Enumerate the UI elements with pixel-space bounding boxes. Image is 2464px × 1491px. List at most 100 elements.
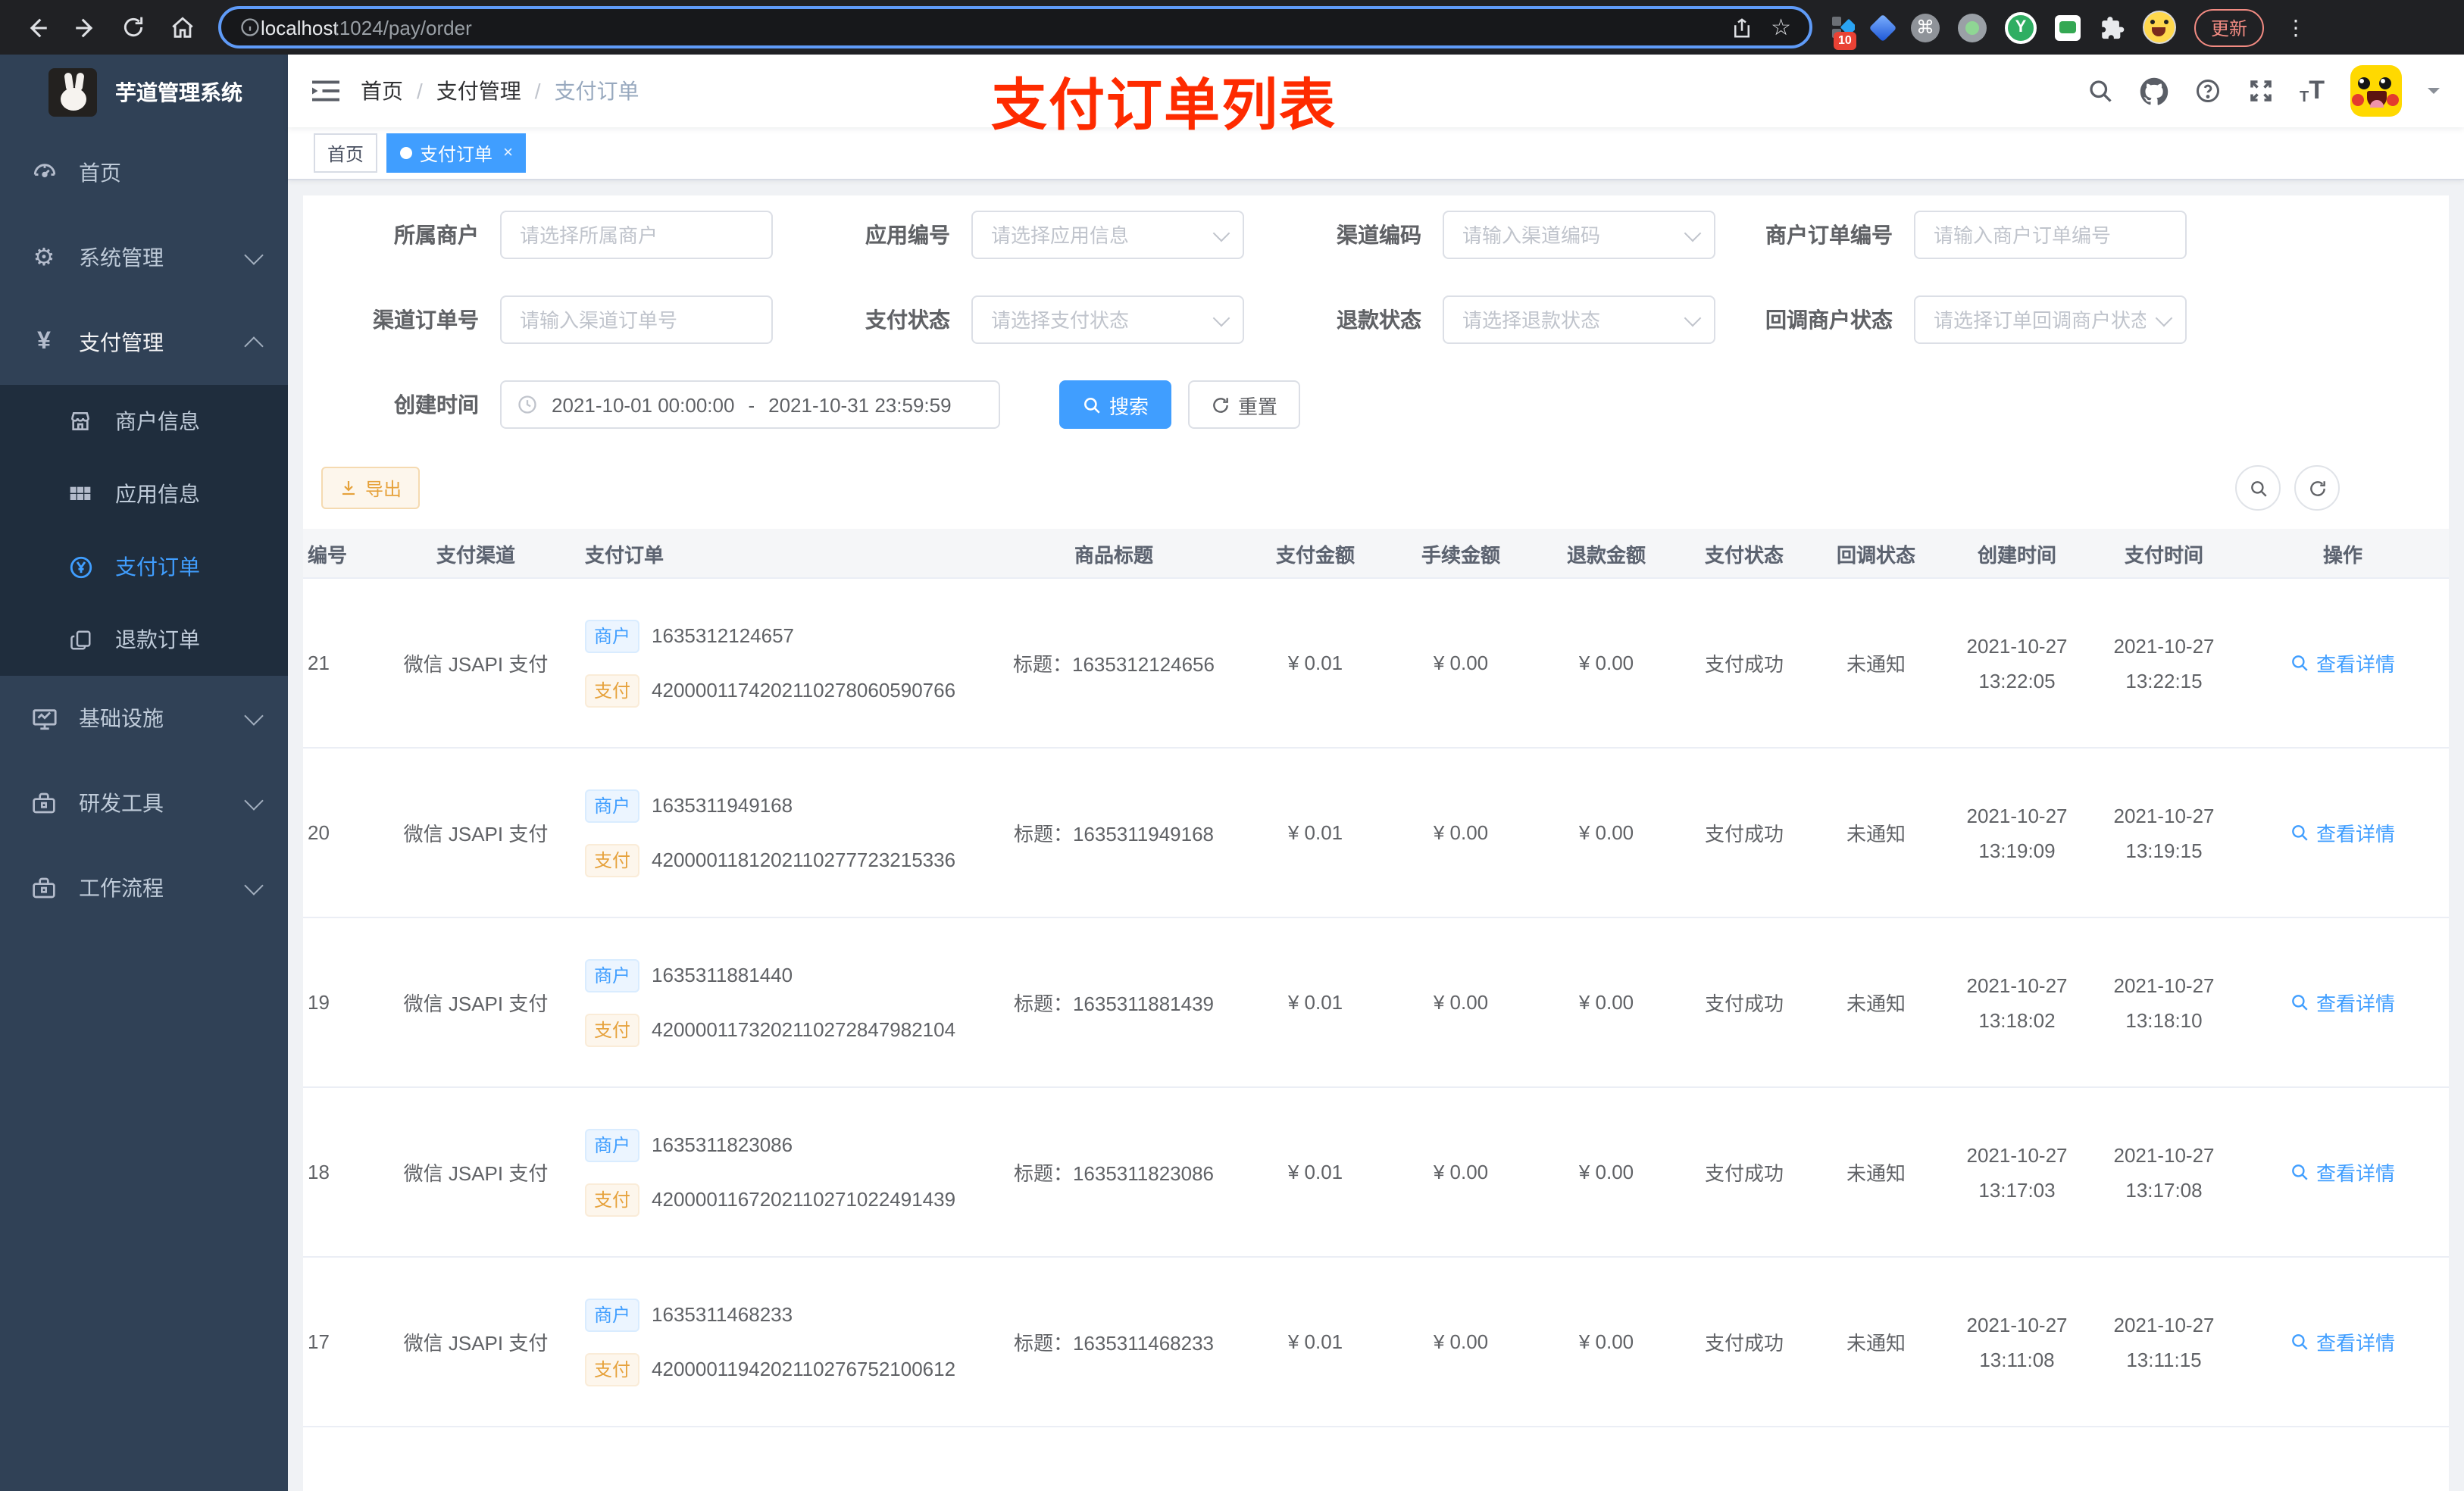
filter-label: 支付状态 [865,308,950,332]
gem-extension-icon[interactable] [1868,13,1897,42]
chevron-down-icon [244,876,264,896]
shop-icon [67,409,94,433]
table-search-toggle-icon[interactable] [2235,465,2281,511]
sidebar-item-system[interactable]: ⚙ 系统管理 [0,215,288,300]
refund-status-select[interactable] [1443,295,1715,344]
product-title-cell: 标题：1635311949168 [1013,823,1215,846]
time-line: 13:11:08 [1979,1348,2055,1371]
github-icon[interactable] [2139,77,2168,105]
sidebar-item-home[interactable]: 首页 [0,130,288,215]
sidebar-item-pay[interactable]: ¥ 支付管理 [0,300,288,385]
pay-tag: 支付 [585,843,640,877]
time-line: 13:11:15 [2126,1348,2202,1371]
sidebar-item-refund-order[interactable]: 退款订单 [0,603,288,676]
create-time-cell: 2021-10-27 13:19:09 [1943,798,2091,867]
pay-status-select[interactable] [971,295,1244,344]
fullscreen-icon[interactable] [2247,77,2274,105]
pay-amount-cell: ¥ 0.01 [1287,652,1343,674]
grid-extension-icon[interactable]: 10 [1831,15,1856,50]
sidebar-item-label: 研发工具 [79,791,164,815]
browser-update-button[interactable]: 更新 [2194,8,2265,46]
briefcase-icon [30,876,58,900]
sidebar-item-infra[interactable]: 基础设施 [0,676,288,761]
channel-order-no-input[interactable] [500,295,773,344]
tag-pay-order[interactable]: 支付订单 × [386,133,527,173]
merchant-tag: 商户 [585,789,640,822]
user-avatar[interactable] [2350,65,2402,117]
date-line: 2021-10-27 [2113,1143,2215,1166]
bookmark-star-icon[interactable]: ☆ [1771,14,1791,41]
table-header-row: 编号 支付渠道 支付订单 商品标题 支付金额 手续金额 退款金额 支付状态 回调状态 创建时间 支付… [303,529,2449,579]
breadcrumb-separator: / [417,79,423,103]
view-detail-link[interactable]: 查看详情 [2290,818,2395,847]
pay-order-cell: 商户 1635311468233 支付 42000011942021102767521… [576,1298,985,1386]
table-refresh-icon[interactable] [2294,465,2340,511]
time-line: 13:18:10 [2125,1008,2203,1031]
y-glyph: Y [2015,18,2027,36]
command-extension-icon[interactable]: ⌘ [1911,13,1940,42]
order-id-cell: 21 [308,652,330,674]
search-icon[interactable] [2086,77,2113,105]
forward-icon[interactable] [64,6,106,48]
merchant-order-no-input[interactable] [1914,211,2187,259]
record-extension-icon[interactable] [1958,13,1987,42]
pay-channel-cell: 微信 JSAPI 支付 [403,823,549,846]
filter-label: 渠道订单号 [373,308,479,332]
table-body: 21 微信 JSAPI 支付 商户 1635312124657 支付 4200001174… [303,579,2449,1491]
sidebar-item-workflow[interactable]: 工作流程 [0,846,288,930]
help-icon[interactable] [2194,77,2221,105]
browser-menu-icon[interactable]: ⋮ [2285,14,2306,40]
sidebar-item-app-info[interactable]: 应用信息 [0,458,288,530]
home-icon[interactable] [161,6,203,48]
create-time-cell: 2021-10-27 13:11:08 [1943,1307,2091,1377]
breadcrumb-home[interactable]: 首页 [361,76,403,106]
create-time-cell: 2021-10-27 13:22:05 [1943,628,2091,698]
export-button[interactable]: 导出 [321,467,421,509]
notify-status-select[interactable] [1914,295,2187,344]
pay-status-cell: 支付成功 [1704,1332,1784,1355]
table-grid-icon [67,482,94,506]
fee-amount-cell: ¥ 0.00 [1433,821,1489,844]
merchant-order-no: 1635311823086 [652,1133,793,1156]
address-bar[interactable]: localhost:1024/pay/order ☆ [218,6,1812,48]
view-detail-link[interactable]: 查看详情 [2290,1158,2395,1186]
product-title-cell: 标题：1635311881439 [1013,992,1215,1015]
share-icon[interactable] [1730,16,1753,39]
back-icon[interactable] [15,6,58,48]
search-button[interactable]: 搜索 [1059,380,1172,429]
sidebar-item-pay-order[interactable]: 支付订单 [0,530,288,603]
download-icon [342,481,355,495]
view-detail-link[interactable]: 查看详情 [2290,988,2395,1017]
chat-extension-icon[interactable] [2055,14,2081,40]
view-detail-link[interactable]: 查看详情 [2290,649,2395,677]
avatar-caret-icon[interactable] [2428,88,2440,100]
view-detail-link[interactable]: 查看详情 [2290,1327,2395,1356]
sidebar-item-label: 支付管理 [79,330,164,355]
reset-button[interactable]: 重置 [1188,380,1301,429]
tag-home[interactable]: 首页 [314,133,378,173]
product-title-cell: 标题：1635312124656 [1013,653,1215,676]
date-line: 2021-10-27 [1966,1313,2068,1336]
sidebar-item-dev-tools[interactable]: 研发工具 [0,761,288,846]
profile-emoji-icon[interactable] [2143,11,2176,44]
font-size-icon[interactable]: TT [2300,76,2325,106]
breadcrumb-current: 支付订单 [554,79,639,103]
sidebar-toggle-icon[interactable] [312,79,339,103]
channel-code-select[interactable] [1443,211,1715,259]
pay-time-cell: 2021-10-27 13:18:10 [2091,967,2237,1037]
order-id-cell: 19 [308,991,330,1014]
puzzle-extensions-icon[interactable] [2099,14,2125,40]
pay-order-no: 4200001194202110276752100612 [652,1358,956,1380]
merchant-tag: 商户 [585,1298,640,1331]
breadcrumb-section[interactable]: 支付管理 [436,76,521,106]
reload-icon[interactable] [112,6,155,48]
y-extension-icon[interactable]: Y [2005,11,2037,43]
tag-close-icon[interactable]: × [503,144,513,162]
merchant-tag: 商户 [585,1128,640,1161]
reset-button-label: 重置 [1238,395,1278,417]
sidebar-item-merchant-info[interactable]: 商户信息 [0,385,288,458]
app-select[interactable] [971,211,1244,259]
merchant-input[interactable] [500,211,773,259]
create-time-range-input[interactable]: 2021-10-01 00:00:00 - 2021-10-31 23:59:5… [500,380,1000,429]
fee-amount-cell: ¥ 0.00 [1433,1161,1489,1183]
